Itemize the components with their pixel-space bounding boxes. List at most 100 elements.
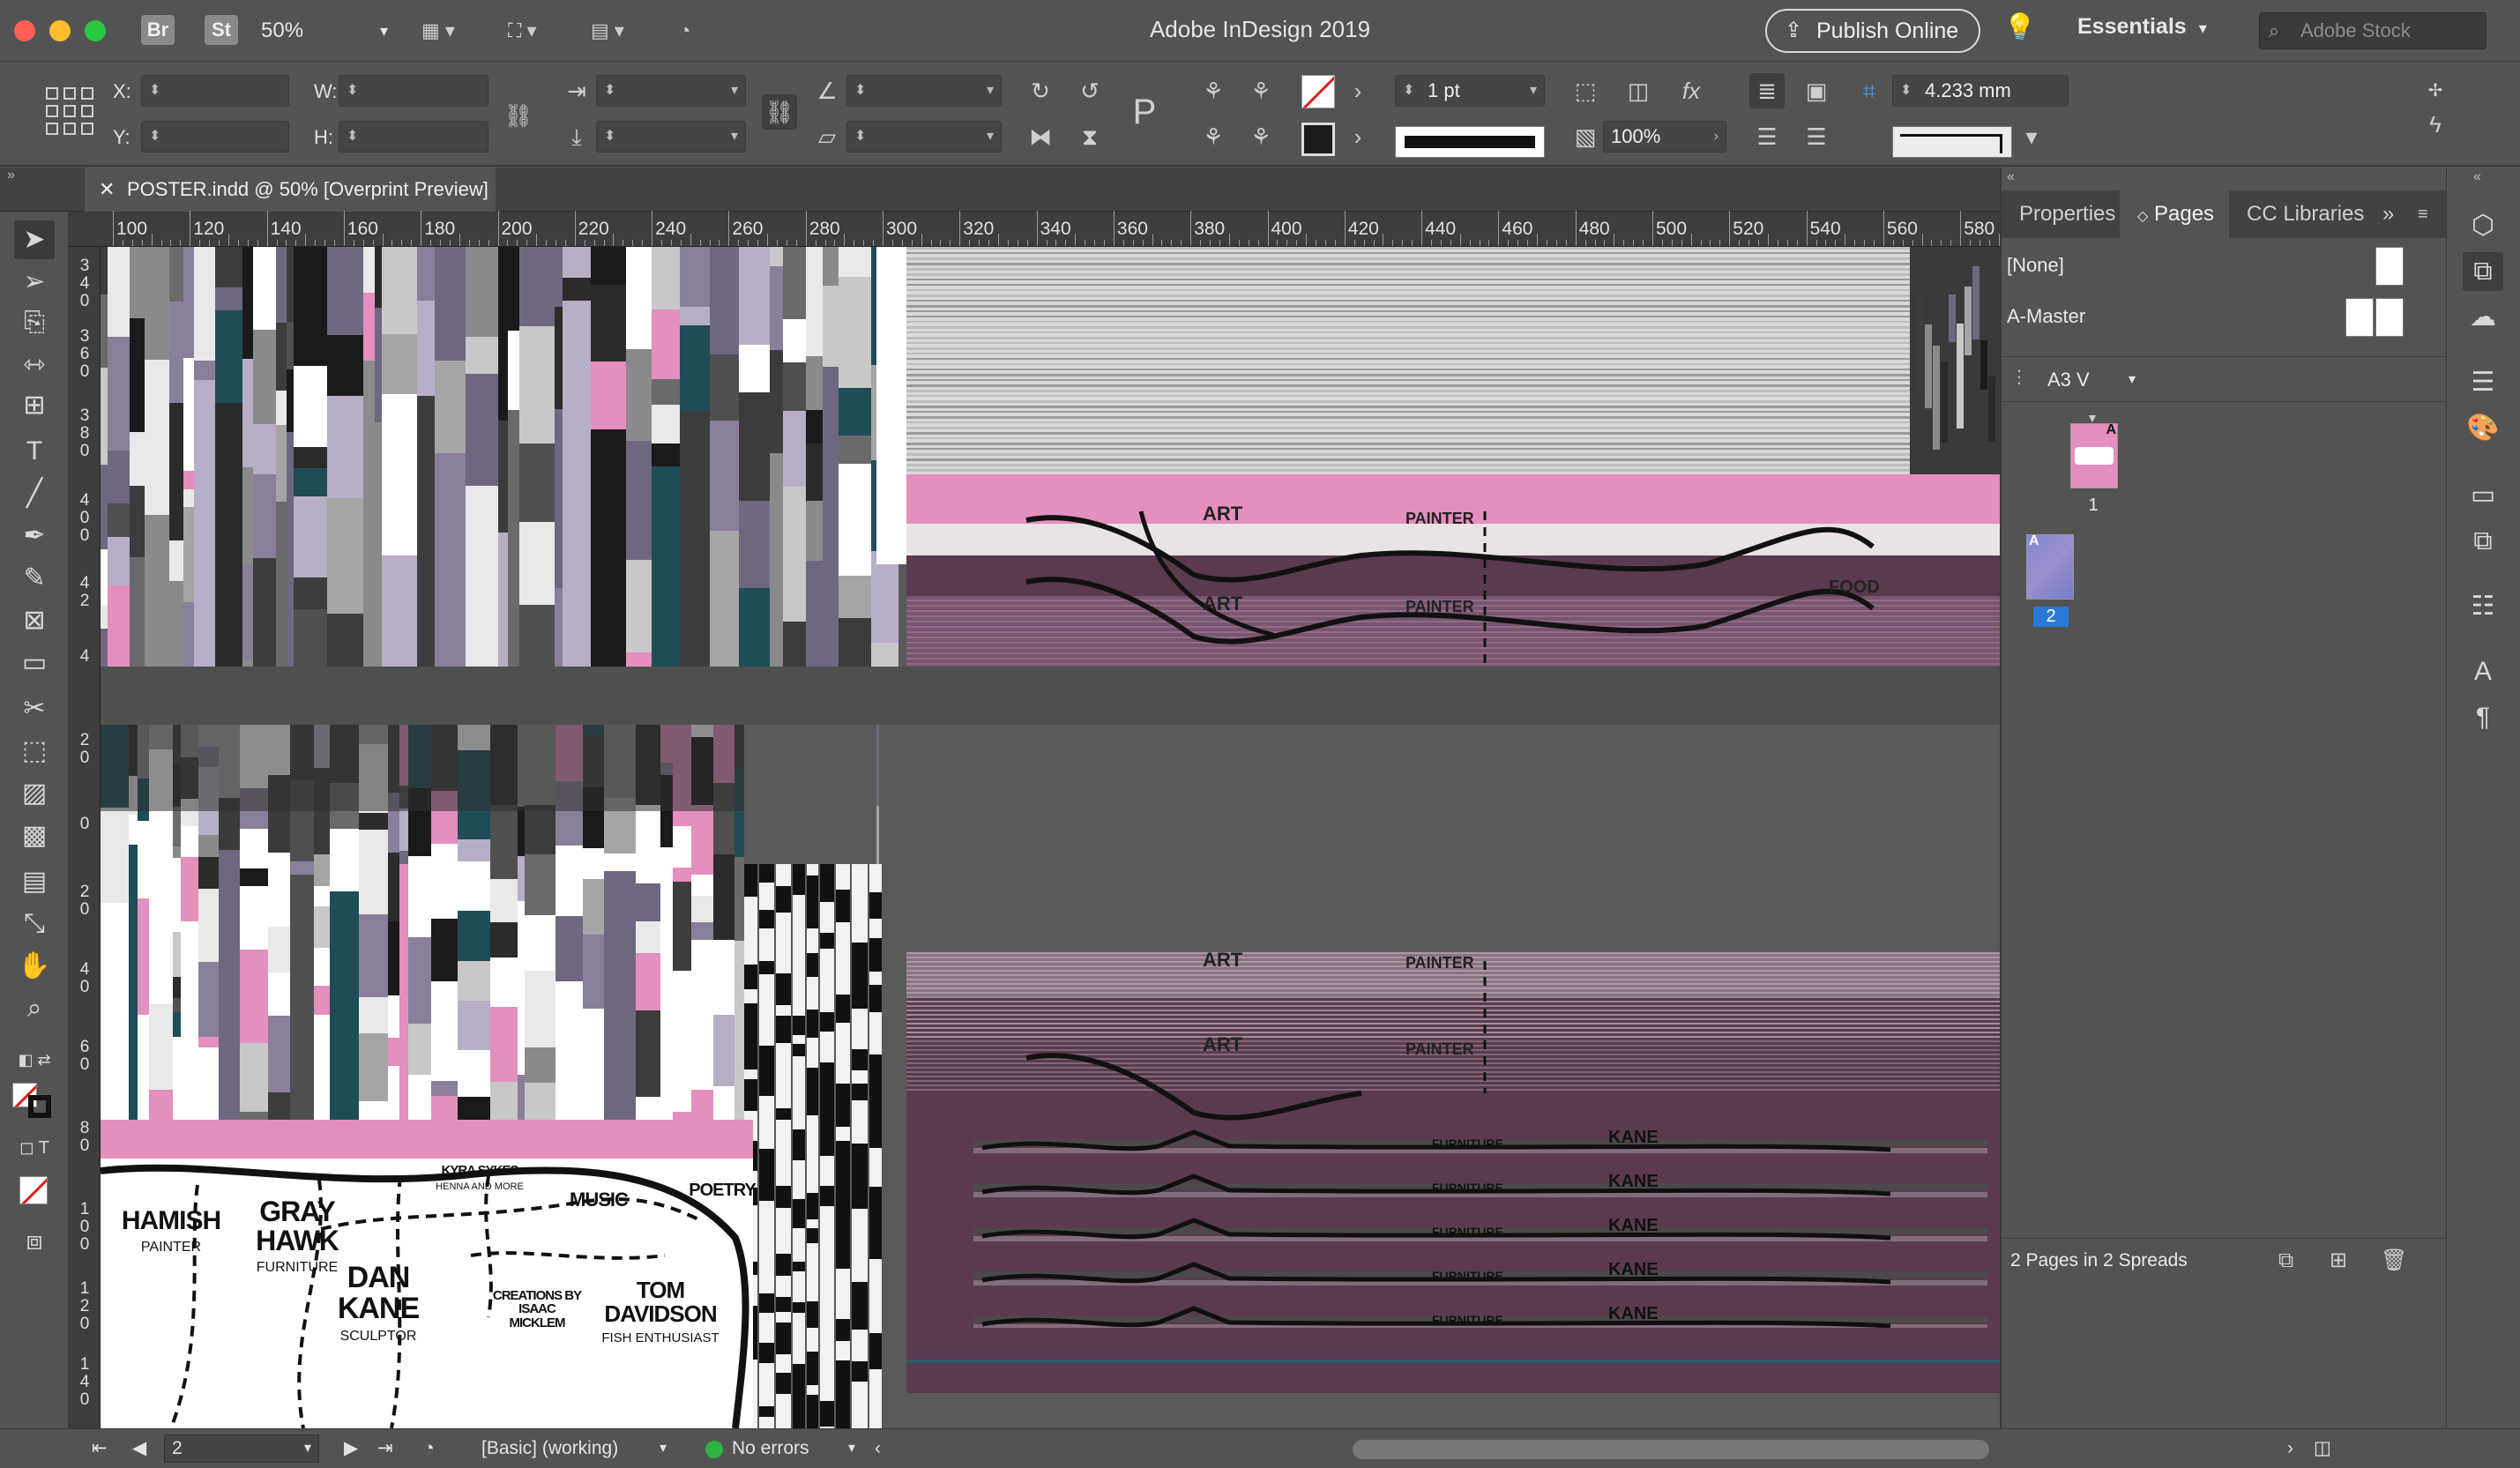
y-position-field[interactable]: ⬍ xyxy=(141,121,289,153)
rotate-counterclockwise-icon[interactable]: ↺ xyxy=(1072,73,1107,108)
split-window-icon[interactable]: ◫ xyxy=(2314,1429,2331,1468)
type-tool-icon[interactable]: T xyxy=(14,432,55,471)
page-number-field[interactable]: 2 ▾ xyxy=(164,1434,319,1463)
zoom-level-select[interactable]: 50% ▾ xyxy=(261,12,393,49)
hand-tool-icon[interactable]: ✋ xyxy=(14,947,55,986)
page-1-thumb[interactable]: A xyxy=(2070,423,2118,488)
chevron-right-icon[interactable]: › xyxy=(1340,73,1376,108)
expand-panels-icon[interactable]: « xyxy=(2473,169,2481,185)
stroke-swatch-black[interactable] xyxy=(1301,123,1335,156)
a-master-row[interactable]: A-Master xyxy=(2002,291,2446,342)
gpu-performance-icon[interactable]: ◔ xyxy=(679,16,725,46)
screen-mode-icon[interactable]: ⧈ xyxy=(14,1222,55,1261)
stock-search-input[interactable]: ⌕ Adobe Stock xyxy=(2259,12,2486,49)
panel-options-icon[interactable]: ✢ xyxy=(2418,73,2453,108)
publish-online-button[interactable]: ⇪ Publish Online xyxy=(1765,9,1980,53)
frame-dimension-field[interactable]: ⬍ 4.233 mm xyxy=(1892,75,2069,107)
gap-tool-icon[interactable]: ⇿ xyxy=(14,346,55,384)
pen-tool-icon[interactable]: ✒ xyxy=(14,517,55,555)
free-transform-tool-icon[interactable]: ⬚ xyxy=(14,732,55,771)
minimize-window-button[interactable] xyxy=(49,20,71,41)
chevron-down-icon[interactable]: ▾ xyxy=(660,1429,667,1468)
formatting-affects-icon[interactable]: ◻ T xyxy=(14,1129,55,1167)
fill-swatch-none[interactable] xyxy=(1301,75,1335,108)
x-position-field[interactable]: ⬍ xyxy=(141,75,289,107)
fitting-icon[interactable]: ⬚ xyxy=(1568,73,1603,108)
rectangle-frame-tool-icon[interactable]: ⊠ xyxy=(14,601,55,640)
eyedropper-tool-icon[interactable]: ⤡ xyxy=(14,905,55,943)
previous-page-icon[interactable]: ◀ xyxy=(132,1429,146,1468)
constrain-scale-icon[interactable]: ⛓ xyxy=(762,94,797,130)
tab-properties[interactable]: Properties xyxy=(2002,190,2120,238)
note-tool-icon[interactable]: ▤ xyxy=(14,862,55,901)
page-size-icon[interactable]: ⧉ xyxy=(2278,1239,2293,1283)
document-tab[interactable]: ✕ POSTER.indd @ 50% [Overprint Preview] xyxy=(85,168,496,212)
select-next-icon[interactable]: ⚘ xyxy=(1243,119,1279,154)
scale-percent-field[interactable]: 100% › xyxy=(1603,121,1726,153)
master-none-thumb[interactable] xyxy=(2375,247,2404,286)
more-tabs-icon[interactable]: » xyxy=(2377,190,2412,238)
effects-icon[interactable]: fx xyxy=(1674,73,1709,108)
flip-horizontal-icon[interactable]: ⧓ xyxy=(1023,119,1058,154)
screen-mode-icon[interactable]: ⛶ ▾ xyxy=(508,16,554,46)
shear-angle-field[interactable]: ⬍ ▾ xyxy=(846,121,1002,153)
pencil-tool-icon[interactable]: ✎ xyxy=(14,559,55,598)
select-container-icon[interactable]: ⚘ xyxy=(1196,73,1231,108)
pages-panel-icon[interactable]: ⧉ xyxy=(2463,252,2503,291)
height-field[interactable]: ⬍ xyxy=(339,121,488,153)
open-page-icon[interactable]: ◔ xyxy=(423,1429,435,1468)
corner-shape-preview[interactable] xyxy=(1892,126,2012,158)
quick-apply-icon[interactable]: ϟ xyxy=(2418,107,2453,142)
text-wrap-bbox-icon[interactable]: ▣ xyxy=(1799,73,1834,108)
scissors-tool-icon[interactable]: ✂ xyxy=(14,689,55,728)
direct-selection-tool-icon[interactable]: ➢ xyxy=(14,263,55,302)
a-master-thumb-left[interactable] xyxy=(2345,298,2374,337)
bridge-button[interactable]: Br xyxy=(141,15,175,45)
close-window-button[interactable] xyxy=(14,20,35,41)
content-collector-icon[interactable]: ⊞ xyxy=(14,386,55,425)
page-tool-icon[interactable]: ⎘ xyxy=(14,303,55,342)
stroke-panel-icon[interactable]: ▭ xyxy=(2463,476,2503,515)
next-page-icon[interactable]: ▶ xyxy=(344,1429,358,1468)
tab-cc-libraries[interactable]: CC Libraries xyxy=(2229,190,2379,238)
properties-panel-icon[interactable]: ⬡ xyxy=(2463,206,2503,245)
rotate-clockwise-icon[interactable]: ↻ xyxy=(1023,73,1058,108)
selection-tool-icon[interactable]: ➤ xyxy=(14,220,55,259)
preflight-status-label[interactable]: No errors xyxy=(732,1429,809,1468)
distribute-icon[interactable]: ☰ xyxy=(1799,119,1834,154)
cc-libraries-icon[interactable]: ☁ xyxy=(2463,298,2503,337)
rotation-angle-field[interactable]: ⬍ ▾ xyxy=(846,75,1002,107)
select-content-icon[interactable]: ⚘ xyxy=(1243,73,1279,108)
constrain-proportions-icon[interactable]: ⛓ xyxy=(501,98,536,133)
layers-panel-icon[interactable]: ☰ xyxy=(2463,363,2503,402)
first-page-icon[interactable]: ⇤ xyxy=(92,1429,108,1468)
page-size-select[interactable]: A3 V ▾ xyxy=(2044,362,2136,398)
workspace-switcher[interactable]: Essentials ▾ xyxy=(2077,14,2207,40)
arrange-documents-icon[interactable]: ▤ ▾ xyxy=(591,16,637,46)
chevron-down-icon[interactable]: ▾ xyxy=(848,1429,855,1468)
shadow-icon[interactable]: ◫ xyxy=(1621,73,1656,108)
text-wrap-none-icon[interactable]: ≣ xyxy=(1749,73,1785,108)
document-canvas[interactable]: ART PAINTER ART PAINTER FOOD ART PAINTER ART PAI… xyxy=(101,247,2000,1428)
reference-point-grid[interactable] xyxy=(46,87,93,135)
apply-none-icon[interactable] xyxy=(14,1171,55,1210)
width-field[interactable]: ⬍ xyxy=(339,75,488,107)
stroke-weight-field[interactable]: ⬍ 1 pt ▾ xyxy=(1395,75,1545,107)
default-colors-icon[interactable]: ◧ ⇄ xyxy=(14,1040,55,1079)
master-none-row[interactable]: [None] xyxy=(2002,240,2446,291)
tab-pages[interactable]: ◇ Pages xyxy=(2120,190,2229,238)
collapse-panel-icon[interactable]: « xyxy=(2007,169,2015,185)
close-icon[interactable]: ✕ xyxy=(99,168,115,212)
zoom-tool-icon[interactable]: ⌕ xyxy=(14,989,55,1028)
rectangle-tool-icon[interactable]: ▭ xyxy=(14,644,55,682)
a-master-thumb-right[interactable] xyxy=(2375,298,2404,337)
fill-stroke-swatch[interactable] xyxy=(12,1077,55,1118)
panel-menu-icon[interactable]: ≡ xyxy=(2412,190,2446,238)
horizontal-scrollbar[interactable] xyxy=(1353,1440,1989,1459)
gradient-swatch-tool-icon[interactable]: ▨ xyxy=(14,774,55,813)
drag-handle-icon[interactable]: ⋮ xyxy=(2010,366,2028,388)
align-center-icon[interactable]: ☰ xyxy=(1749,119,1785,154)
scroll-left-icon[interactable]: ‹ xyxy=(875,1429,881,1468)
expand-tools-icon[interactable]: » xyxy=(7,168,15,183)
character-panel-icon[interactable]: A xyxy=(2463,652,2503,691)
